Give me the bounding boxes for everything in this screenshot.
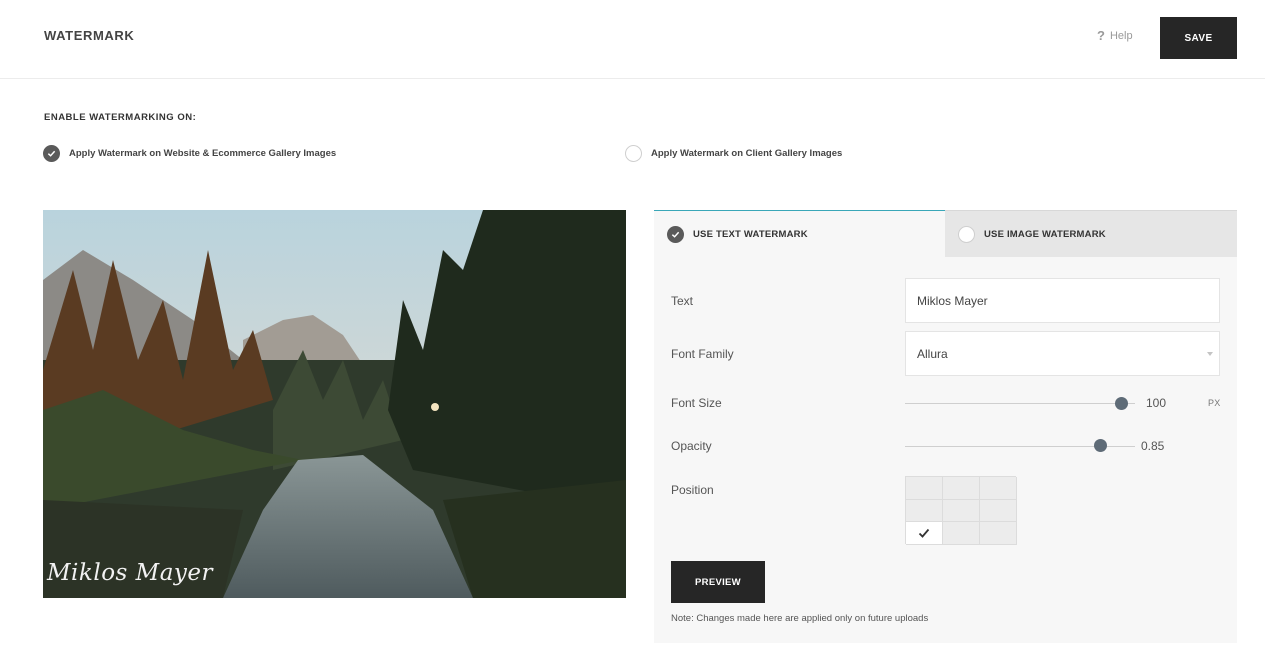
position-middle-right[interactable]: [980, 499, 1017, 523]
option-website-ecommerce[interactable]: Apply Watermark on Website & Ecommerce G…: [43, 145, 336, 162]
font-size-value: 100: [1146, 396, 1167, 410]
position-top-left[interactable]: [906, 477, 943, 500]
font-size-slider[interactable]: [905, 403, 1135, 404]
font-family-select[interactable]: Allura: [905, 331, 1220, 376]
checkmark-circle-icon: [667, 225, 684, 243]
position-bottom-right[interactable]: [980, 522, 1017, 545]
preview-button[interactable]: PREVIEW: [671, 561, 765, 603]
watermark-overlay-text: Miklos Mayer: [47, 560, 214, 586]
position-grid: [905, 476, 1017, 545]
position-top-right[interactable]: [980, 477, 1017, 500]
text-label: Text: [671, 294, 694, 308]
question-icon: ?: [1097, 28, 1105, 43]
radio-circle-icon: [958, 225, 975, 243]
opacity-slider-handle[interactable]: [1094, 439, 1107, 452]
font-size-unit: PX: [1208, 398, 1221, 408]
position-top-center[interactable]: [943, 477, 980, 500]
tab-text-watermark[interactable]: USE TEXT WATERMARK: [654, 210, 945, 257]
position-middle-left[interactable]: [906, 499, 943, 523]
opacity-value: 0.85: [1141, 439, 1165, 453]
font-size-slider-handle[interactable]: [1114, 397, 1128, 410]
watermark-text-input[interactable]: Miklos Mayer: [905, 278, 1220, 323]
position-middle-center[interactable]: [943, 499, 980, 523]
watermark-preview-image: Miklos Mayer: [43, 210, 626, 598]
enable-heading: ENABLE WATERMARKING ON:: [44, 112, 197, 123]
option-client-gallery[interactable]: Apply Watermark on Client Gallery Images: [625, 145, 842, 162]
position-bottom-left[interactable]: [906, 522, 943, 545]
tab-image-watermark[interactable]: USE IMAGE WATERMARK: [945, 210, 1237, 257]
font-size-label: Font Size: [671, 396, 722, 410]
page-header: WATERMARK ? Help SAVE: [0, 0, 1265, 79]
uploads-note: Note: Changes made here are applied only…: [671, 613, 929, 624]
watermark-settings-panel: USE TEXT WATERMARK USE IMAGE WATERMARK T…: [654, 210, 1237, 643]
save-button[interactable]: SAVE: [1160, 17, 1237, 59]
font-family-label: Font Family: [671, 347, 734, 361]
option-label: Apply Watermark on Website & Ecommerce G…: [69, 148, 337, 159]
option-label: Apply Watermark on Client Gallery Images: [651, 148, 843, 159]
radio-circle-icon[interactable]: [625, 145, 642, 162]
help-label: Help: [1109, 29, 1133, 42]
checkmark-icon: [918, 528, 930, 538]
opacity-label: Opacity: [671, 439, 712, 453]
position-label: Position: [671, 483, 714, 497]
position-bottom-center[interactable]: [943, 522, 980, 545]
page-title: WATERMARK: [44, 28, 135, 43]
landscape-photo: [43, 210, 626, 598]
help-link[interactable]: ? Help: [1097, 28, 1133, 43]
dropdown-arrow-icon: [1207, 352, 1213, 356]
tab-label: USE IMAGE WATERMARK: [984, 228, 1106, 240]
checkmark-circle-icon[interactable]: [43, 145, 60, 162]
tab-label: USE TEXT WATERMARK: [693, 228, 808, 240]
font-family-value: Allura: [917, 346, 948, 361]
